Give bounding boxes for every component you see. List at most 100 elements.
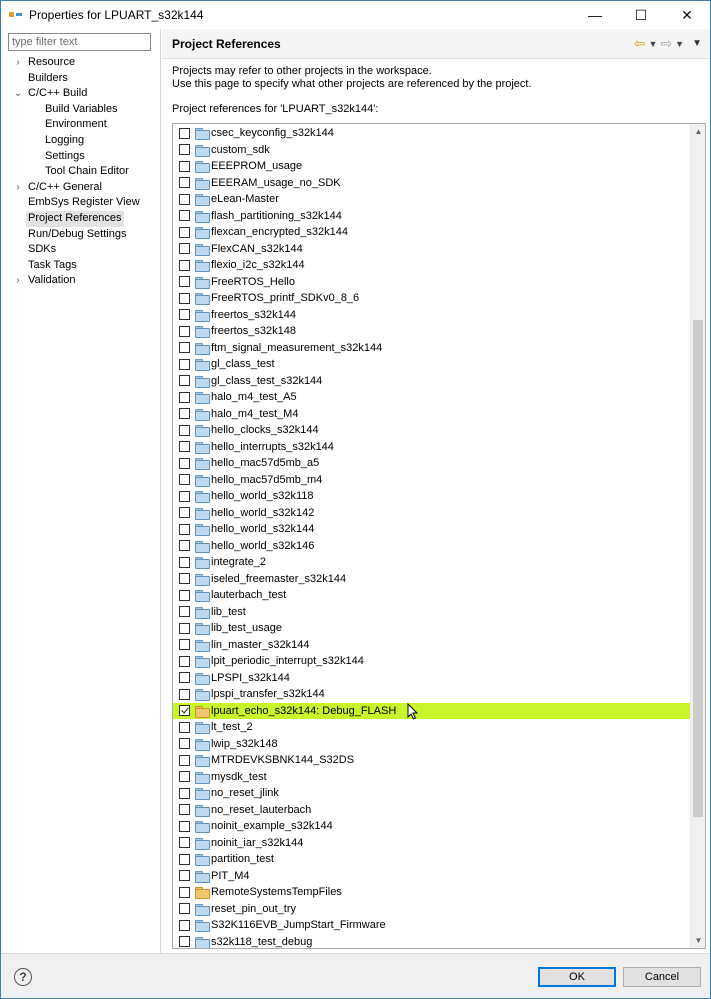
project-references-list[interactable]: csec_keyconfig_s32k144 custom_sdk EEEPROM_…	[172, 123, 706, 949]
project-checkbox[interactable]	[179, 886, 190, 898]
project-row[interactable]: no_reset_jlink	[173, 785, 691, 802]
project-checkbox[interactable]	[179, 210, 190, 222]
project-checkbox[interactable]	[179, 688, 190, 700]
expand-right-icon[interactable]: ›	[13, 273, 23, 289]
project-checkbox[interactable]	[179, 606, 190, 618]
tree-item[interactable]: Builders	[1, 71, 161, 87]
tree-item[interactable]: Build Variables	[1, 102, 161, 118]
project-checkbox[interactable]	[179, 919, 190, 931]
project-row[interactable]: hello_clocks_s32k144	[173, 422, 691, 439]
project-checkbox[interactable]	[179, 655, 190, 667]
project-row[interactable]: hello_mac57d5mb_m4	[173, 472, 691, 489]
project-checkbox[interactable]	[179, 226, 190, 238]
project-checkbox[interactable]	[179, 540, 190, 552]
project-checkbox[interactable]	[179, 391, 190, 403]
ok-button[interactable]: OK	[538, 967, 616, 987]
project-row[interactable]: FreeRTOS_Hello	[173, 274, 691, 291]
project-checkbox[interactable]	[179, 441, 190, 453]
project-checkbox[interactable]	[179, 276, 190, 288]
project-row[interactable]: hello_interrupts_s32k144	[173, 439, 691, 456]
project-checkbox[interactable]	[179, 787, 190, 799]
tree-item[interactable]: › Resource	[1, 55, 161, 71]
cancel-button[interactable]: Cancel	[623, 967, 701, 987]
project-checkbox[interactable]	[179, 474, 190, 486]
project-checkbox[interactable]	[179, 243, 190, 255]
project-row[interactable]: eLean-Master	[173, 191, 691, 208]
project-row[interactable]: hello_mac57d5mb_a5	[173, 455, 691, 472]
scroll-up-icon[interactable]: ▲	[691, 124, 705, 139]
project-row[interactable]: flexio_i2c_s32k144	[173, 257, 691, 274]
back-dropdown-icon[interactable]: ▼	[649, 39, 658, 49]
project-row[interactable]: PIT_M4	[173, 868, 691, 885]
minimize-button[interactable]: —	[572, 1, 618, 29]
project-checkbox[interactable]	[179, 309, 190, 321]
tree-item[interactable]: › C/C++ General	[1, 180, 161, 196]
project-row[interactable]: lpspi_transfer_s32k144	[173, 686, 691, 703]
project-row[interactable]: mysdk_test	[173, 769, 691, 786]
project-checkbox[interactable]	[179, 127, 190, 139]
project-row[interactable]: lt_test_2	[173, 719, 691, 736]
tree-item[interactable]: Environment	[1, 117, 161, 133]
project-row[interactable]: hello_world_s32k144	[173, 521, 691, 538]
project-checkbox[interactable]	[179, 820, 190, 832]
project-checkbox[interactable]	[179, 672, 190, 684]
project-checkbox[interactable]	[179, 457, 190, 469]
project-checkbox[interactable]	[179, 292, 190, 304]
project-row[interactable]: halo_m4_test_M4	[173, 406, 691, 423]
tree-item[interactable]: › Validation	[1, 273, 161, 289]
project-row[interactable]: lib_test	[173, 604, 691, 621]
project-checkbox[interactable]	[179, 193, 190, 205]
tree-item[interactable]: Task Tags	[1, 258, 161, 274]
project-row[interactable]: custom_sdk	[173, 142, 691, 159]
project-row[interactable]: noinit_example_s32k144	[173, 818, 691, 835]
project-row[interactable]: no_reset_lauterbach	[173, 802, 691, 819]
filter-input[interactable]	[8, 33, 151, 51]
project-row[interactable]: reset_pin_out_try	[173, 901, 691, 918]
project-checkbox[interactable]	[179, 523, 190, 535]
expand-down-icon[interactable]: ⌄	[13, 86, 23, 102]
tree-item[interactable]: SDKs	[1, 242, 161, 258]
scrollbar-thumb[interactable]	[693, 320, 703, 817]
tree-item[interactable]: EmbSys Register View	[1, 195, 161, 211]
project-row[interactable]: gl_class_test_s32k144	[173, 373, 691, 390]
project-row[interactable]: lib_test_usage	[173, 620, 691, 637]
back-arrow-icon[interactable]: ⇦	[634, 35, 646, 52]
project-checkbox[interactable]	[179, 375, 190, 387]
tree-item[interactable]: Tool Chain Editor	[1, 164, 161, 180]
project-checkbox[interactable]	[179, 507, 190, 519]
title-bar[interactable]: Properties for LPUART_s32k144 — ☐ ✕	[1, 1, 710, 29]
project-row[interactable]: csec_keyconfig_s32k144	[173, 125, 691, 142]
project-checkbox[interactable]	[179, 622, 190, 634]
project-checkbox[interactable]	[179, 589, 190, 601]
project-checkbox[interactable]	[179, 804, 190, 816]
project-checkbox[interactable]	[179, 160, 190, 172]
project-checkbox[interactable]	[179, 556, 190, 568]
project-checkbox[interactable]	[179, 936, 190, 948]
project-checkbox[interactable]	[179, 573, 190, 585]
view-menu-icon[interactable]: ▼	[692, 38, 702, 49]
project-checkbox[interactable]	[179, 490, 190, 502]
project-row[interactable]: s32k118_test_debug	[173, 934, 691, 948]
tree-item[interactable]: Project References	[1, 210, 161, 227]
project-row[interactable]: lauterbach_test	[173, 587, 691, 604]
project-row[interactable]: iseled_freemaster_s32k144	[173, 571, 691, 588]
tree-item[interactable]: ⌄ C/C++ Build	[1, 86, 161, 102]
project-row[interactable]: flash_partitioning_s32k144	[173, 208, 691, 225]
project-checkbox[interactable]	[179, 853, 190, 865]
project-checkbox[interactable]	[179, 721, 190, 733]
project-row[interactable]: gl_class_test	[173, 356, 691, 373]
maximize-button[interactable]: ☐	[618, 1, 664, 29]
vertical-scrollbar[interactable]: ▲ ▼	[690, 124, 705, 948]
project-row[interactable]: LPSPI_s32k144	[173, 670, 691, 687]
project-row[interactable]: lwip_s32k148	[173, 736, 691, 753]
project-row[interactable]: freertos_s32k144	[173, 307, 691, 324]
project-row[interactable]: lpit_periodic_interrupt_s32k144	[173, 653, 691, 670]
project-checkbox[interactable]	[179, 144, 190, 156]
project-checkbox[interactable]	[179, 342, 190, 354]
project-row[interactable]: hello_world_s32k142	[173, 505, 691, 522]
project-checkbox[interactable]	[179, 639, 190, 651]
project-row[interactable]: EEEPROM_usage	[173, 158, 691, 175]
project-row[interactable]: ftm_signal_measurement_s32k144	[173, 340, 691, 357]
project-checkbox[interactable]	[179, 358, 190, 370]
project-checkbox[interactable]	[179, 754, 190, 766]
